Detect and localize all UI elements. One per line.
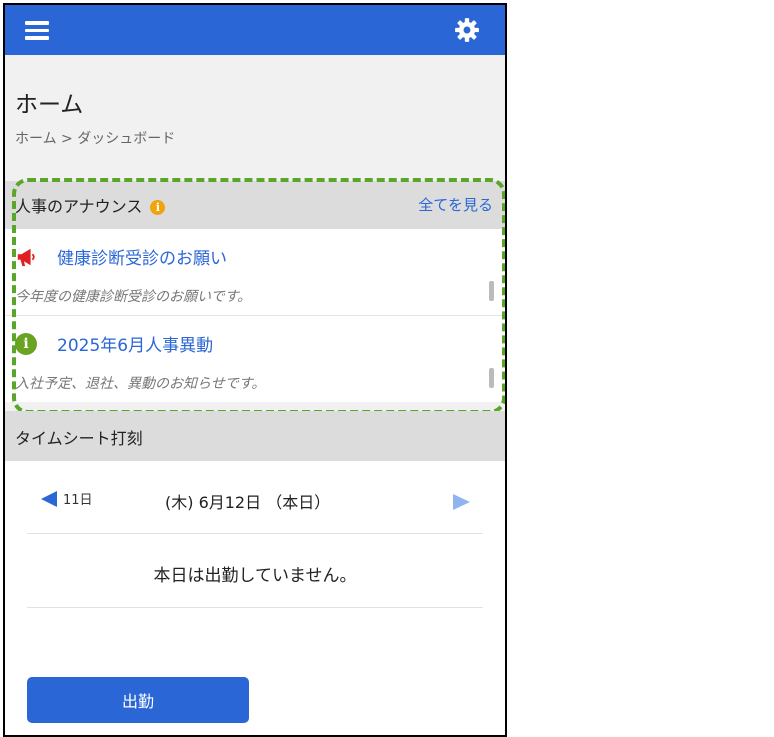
- divider: [27, 533, 483, 534]
- announcement-title[interactable]: 2025年6月人事異動: [57, 331, 213, 356]
- triangle-left-icon: [41, 491, 57, 507]
- divider: [27, 607, 483, 608]
- scrollbar-thumb[interactable]: [489, 368, 494, 388]
- announcements-title-text: 人事のアナウンス: [15, 197, 143, 216]
- top-app-bar: [5, 5, 505, 55]
- announcement-title[interactable]: 健康診断受診のお願い: [57, 244, 227, 269]
- hamburger-menu-icon[interactable]: [25, 21, 49, 40]
- announcement-item[interactable]: 健康診断受診のお願い 今年度の健康診断受診のお願いです。: [5, 229, 505, 316]
- triangle-right-icon[interactable]: [453, 494, 470, 510]
- announcements-header: 人事のアナウンス i 全てを見る: [5, 181, 505, 229]
- timesheet-panel: 11日 (木) 6月12日 （本日） 本日は出勤していません。 出勤: [5, 461, 505, 735]
- megaphone-icon: [17, 248, 35, 267]
- clock-in-button[interactable]: 出勤: [27, 677, 249, 723]
- breadcrumb: ホーム > ダッシュボード: [15, 131, 176, 147]
- announcement-description: 今年度の健康診断受診のお願いです。: [15, 289, 252, 305]
- timesheet-title: タイムシート打刻: [15, 429, 143, 448]
- see-all-link[interactable]: 全てを見る: [418, 194, 493, 215]
- timesheet-header: タイムシート打刻: [5, 411, 505, 461]
- info-icon[interactable]: i: [150, 200, 166, 215]
- announcements-title: 人事のアナウンス i: [15, 193, 166, 217]
- scrollbar-thumb[interactable]: [489, 281, 494, 301]
- mobile-app-frame: ホーム ホーム > ダッシュボード 人事のアナウンス i 全てを見る 健康診断受診…: [3, 3, 507, 737]
- prev-day-label: 11日: [63, 493, 93, 508]
- clock-status-message: 本日は出勤していません。: [153, 566, 357, 586]
- gear-icon[interactable]: [454, 17, 480, 43]
- info-circle-icon: i: [15, 333, 37, 355]
- announcement-item[interactable]: i 2025年6月人事異動 入社予定、退社、異動のお知らせです。: [5, 316, 505, 402]
- current-date: (木) 6月12日 （本日）: [165, 493, 331, 512]
- page-title: ホーム: [15, 92, 84, 118]
- prev-day-button[interactable]: 11日: [41, 489, 93, 508]
- announcement-description: 入社予定、退社、異動のお知らせです。: [15, 376, 266, 392]
